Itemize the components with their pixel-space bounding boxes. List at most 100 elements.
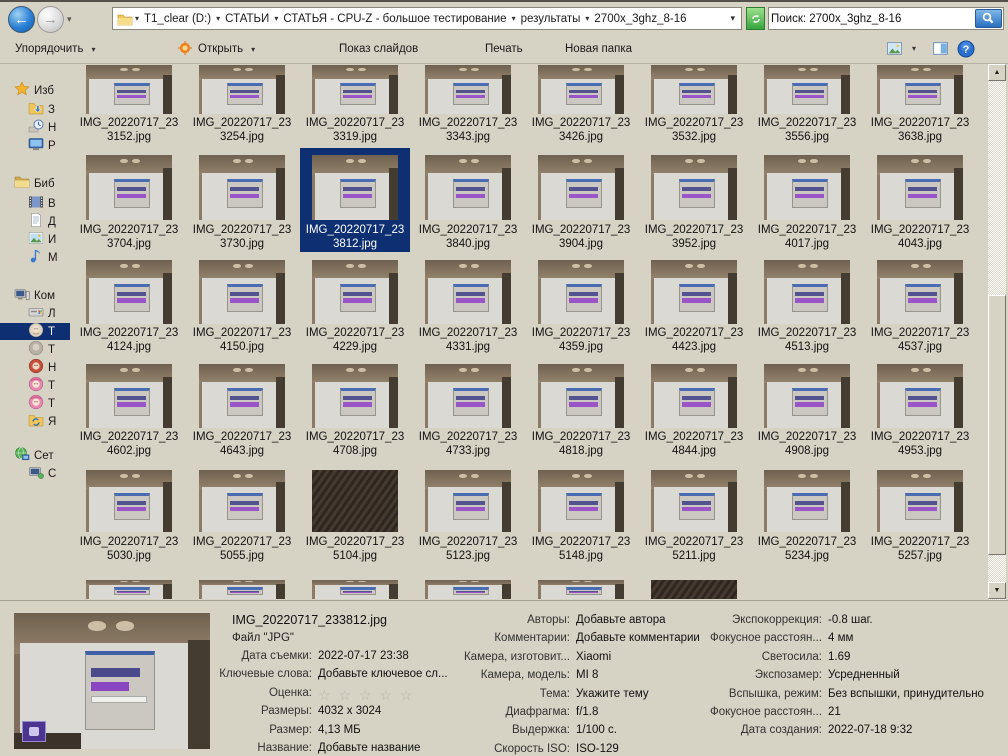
file-item[interactable]: IMG_20220717_23 4818.jpg — [526, 358, 636, 462]
search-input[interactable] — [771, 9, 971, 28]
vertical-scrollbar[interactable]: ▲ ▼ — [988, 64, 1006, 600]
file-item[interactable]: IMG_20220717_23 5055.jpg — [187, 464, 297, 568]
file-item[interactable]: IMG_20220717_23 3343.jpg — [413, 64, 523, 148]
file-item[interactable]: IMG_20220717_23 4229.jpg — [300, 254, 410, 358]
file-item[interactable]: IMG_20220717_23 4708.jpg — [300, 358, 410, 462]
sidebar-item-4[interactable]: Биб — [0, 175, 70, 192]
file-item[interactable]: IMG_20220717_23 5234.jpg — [752, 464, 862, 568]
sidebar-item-3[interactable]: Р — [0, 137, 70, 154]
file-item[interactable]: IMG_20220717_23 4423.jpg — [639, 254, 749, 358]
help-button[interactable]: ? — [957, 40, 975, 58]
breadcrumb-separator-icon[interactable]: ▾ — [510, 14, 518, 23]
file-item[interactable]: IMG_20220717_23 5257.jpg — [865, 464, 975, 568]
file-item[interactable]: IMG_20220717_23 4124.jpg — [74, 254, 184, 358]
file-item[interactable]: IMG_20220717_23 4043.jpg — [865, 148, 975, 252]
scroll-down-button[interactable]: ▼ — [988, 582, 1006, 599]
file-item-selected[interactable]: IMG_20220717_23 3812.jpg — [300, 148, 410, 252]
file-item-partial[interactable] — [187, 578, 297, 599]
file-item[interactable]: IMG_20220717_23 4513.jpg — [752, 254, 862, 358]
address-dropdown-icon[interactable]: ▾ — [730, 13, 737, 24]
breadcrumb-separator-icon[interactable]: ▾ — [272, 14, 280, 23]
sidebar-item-12[interactable]: Т — [0, 341, 70, 358]
toolbar-button-упорядочить[interactable]: Упорядочить ▾ — [8, 38, 102, 60]
file-item[interactable]: IMG_20220717_23 5030.jpg — [74, 464, 184, 568]
file-item[interactable]: IMG_20220717_23 3556.jpg — [752, 64, 862, 148]
file-item[interactable]: IMG_20220717_23 3952.jpg — [639, 148, 749, 252]
file-name-label: IMG_20220717_23 3152.jpg — [79, 117, 179, 144]
file-item[interactable]: IMG_20220717_23 3426.jpg — [526, 64, 636, 148]
downloads-folder-icon — [28, 101, 44, 118]
scroll-up-button[interactable]: ▲ — [988, 64, 1006, 81]
toolbar-button-открыть[interactable]: Открыть ▾ — [170, 38, 262, 60]
file-item[interactable]: IMG_20220717_23 4733.jpg — [413, 358, 523, 462]
file-item[interactable]: IMG_20220717_23 3319.jpg — [300, 64, 410, 148]
toolbar-button-печать[interactable]: Печать — [478, 38, 530, 60]
file-item[interactable]: IMG_20220717_23 4953.jpg — [865, 358, 975, 462]
sidebar-item-16[interactable]: Я — [0, 413, 70, 430]
sidebar-item-18[interactable]: С — [0, 465, 70, 482]
recent-pages-chevron-icon[interactable]: ▾ — [67, 14, 72, 25]
file-item-partial[interactable] — [639, 578, 749, 599]
sidebar-item-9[interactable]: Ком — [0, 287, 70, 304]
search-button[interactable] — [975, 9, 1002, 28]
breadcrumb-segment[interactable]: T1_clear (D:) — [141, 13, 214, 25]
breadcrumb-segment[interactable]: СТАТЬИ — [222, 13, 272, 25]
file-item[interactable]: IMG_20220717_23 3254.jpg — [187, 64, 297, 148]
toolbar-button-новая-папка[interactable]: Новая папка — [558, 38, 639, 60]
file-item[interactable]: IMG_20220717_23 5104.jpg — [300, 464, 410, 568]
sidebar-item-17[interactable]: Сет — [0, 447, 70, 464]
file-item-partial[interactable] — [413, 578, 523, 599]
breadcrumb-separator-icon[interactable]: ▾ — [214, 14, 222, 23]
sidebar-item-11-selected[interactable]: Т — [0, 323, 70, 340]
file-item[interactable]: IMG_20220717_23 4359.jpg — [526, 254, 636, 358]
file-item-partial[interactable] — [526, 578, 636, 599]
back-button[interactable]: ← — [8, 6, 35, 33]
preview-pane-button[interactable] — [932, 40, 950, 58]
scrollbar-thumb[interactable] — [988, 295, 1006, 555]
details-row: Дата создания: 2022-07-18 9:32 — [0, 724, 1008, 741]
sidebar-item-6[interactable]: Д — [0, 213, 70, 230]
file-item[interactable]: IMG_20220717_23 5123.jpg — [413, 464, 523, 568]
file-item[interactable]: IMG_20220717_23 3730.jpg — [187, 148, 297, 252]
sidebar-item-10[interactable]: Л — [0, 305, 70, 322]
file-item[interactable]: IMG_20220717_23 5148.jpg — [526, 464, 636, 568]
sidebar-item-13[interactable]: Н — [0, 359, 70, 376]
file-item[interactable]: IMG_20220717_23 3638.jpg — [865, 64, 975, 148]
breadcrumb-segment[interactable]: результаты — [518, 13, 584, 25]
file-item[interactable]: IMG_20220717_23 3704.jpg — [74, 148, 184, 252]
file-item[interactable]: IMG_20220717_23 3904.jpg — [526, 148, 636, 252]
sidebar-item-7[interactable]: И — [0, 231, 70, 248]
views-button[interactable] — [886, 40, 904, 58]
views-dropdown-icon[interactable]: ▾ — [912, 44, 930, 62]
file-item[interactable]: IMG_20220717_23 4331.jpg — [413, 254, 523, 358]
file-item[interactable]: IMG_20220717_23 4908.jpg — [752, 358, 862, 462]
file-item[interactable]: IMG_20220717_23 4150.jpg — [187, 254, 297, 358]
sidebar-item-8[interactable]: М — [0, 249, 70, 266]
breadcrumb-segment[interactable]: СТАТЬЯ - CPU-Z - большое тестирование — [280, 13, 509, 25]
sidebar-item-14[interactable]: Т — [0, 377, 70, 394]
file-item[interactable]: IMG_20220717_23 4537.jpg — [865, 254, 975, 358]
breadcrumb-segment[interactable]: 2700x_3ghz_8-16 — [591, 13, 689, 25]
breadcrumb-separator-icon[interactable]: ▾ — [133, 14, 141, 23]
sidebar-item-5[interactable]: В — [0, 195, 70, 212]
file-item[interactable]: IMG_20220717_23 3532.jpg — [639, 64, 749, 148]
file-item[interactable]: IMG_20220717_23 3840.jpg — [413, 148, 523, 252]
toolbar-button-показ-слайдов[interactable]: Показ слайдов — [332, 38, 425, 60]
sidebar-item-1[interactable]: З — [0, 101, 70, 118]
sidebar-item-2[interactable]: Н — [0, 119, 70, 136]
sidebar-item-15[interactable]: Т — [0, 395, 70, 412]
file-item[interactable]: IMG_20220717_23 4602.jpg — [74, 358, 184, 462]
file-item[interactable]: IMG_20220717_23 3152.jpg — [74, 64, 184, 148]
file-item[interactable]: IMG_20220717_23 4844.jpg — [639, 358, 749, 462]
refresh-button[interactable] — [746, 7, 765, 30]
file-item[interactable]: IMG_20220717_23 4643.jpg — [187, 358, 297, 462]
file-item-partial[interactable] — [74, 578, 184, 599]
file-item[interactable]: IMG_20220717_23 5211.jpg — [639, 464, 749, 568]
breadcrumb[interactable]: ▾ T1_clear (D:) ▾ СТАТЬИ ▾ СТАТЬЯ - CPU-Z - б… — [112, 7, 742, 30]
forward-button[interactable]: → — [37, 6, 64, 33]
file-item[interactable]: IMG_20220717_23 4017.jpg — [752, 148, 862, 252]
file-name-label: IMG_20220717_23 3343.jpg — [418, 117, 518, 144]
sidebar-item-0[interactable]: Изб — [0, 82, 70, 99]
breadcrumb-separator-icon[interactable]: ▾ — [583, 14, 591, 23]
file-item-partial[interactable] — [300, 578, 410, 599]
